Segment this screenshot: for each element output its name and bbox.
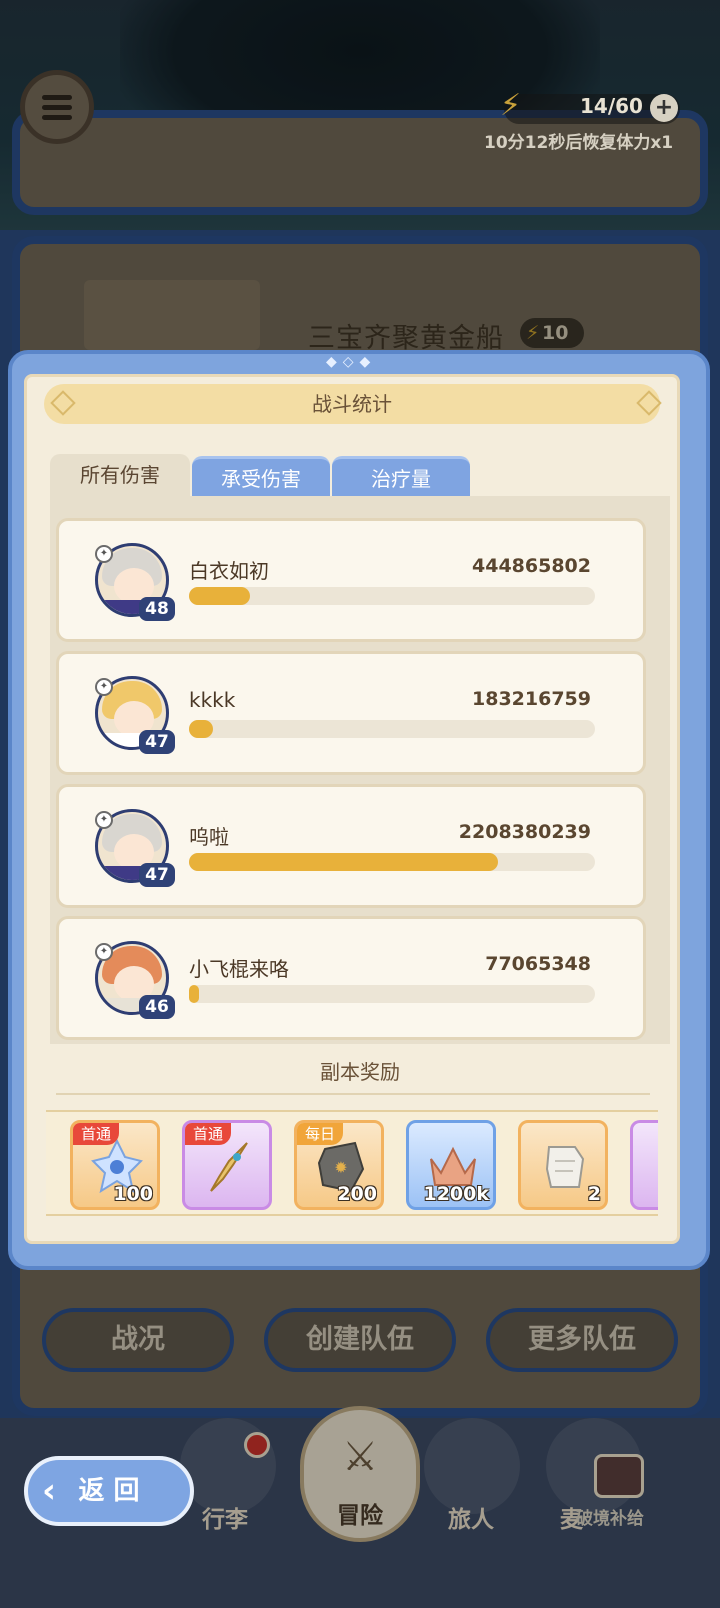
stamina-count: 14/60 [580, 94, 643, 118]
panel-ornament-icon: ◆◇◆ [326, 354, 377, 370]
reward-item[interactable] [630, 1120, 658, 1210]
reward-quantity: 2 [587, 1183, 601, 1205]
reward-list: 首通 100 首通 ✹ 每日 200 1200k 2 [46, 1110, 658, 1216]
nav-item-luggage[interactable]: 行李 [202, 1500, 248, 1534]
class-icon: ✦ [95, 678, 113, 696]
reward-quantity: 1200k [423, 1183, 489, 1205]
first-clear-tag: 首通 [73, 1123, 120, 1145]
damage-bar-fill [189, 853, 498, 871]
player-name: 小飞棍来咯 [189, 957, 289, 981]
damage-bar [189, 853, 595, 871]
level-badge: 47 [139, 730, 175, 754]
background-stage-card [12, 110, 708, 215]
first-clear-tag: 首通 [185, 1123, 232, 1145]
shop-label[interactable]: 破境补给 [576, 1504, 644, 1529]
daily-tag: 每日 [297, 1123, 344, 1145]
damage-bar-fill [189, 985, 200, 1003]
player-name: 白衣如初 [189, 559, 269, 583]
damage-row: ✦ 48 白衣如初 444865802 [56, 518, 646, 642]
back-button[interactable]: ‹ 返 回 [24, 1456, 194, 1526]
bolt-icon: ⚡ [526, 322, 540, 344]
tab-healing[interactable]: 治疗量 [332, 456, 470, 496]
damage-row: ✦ 47 呜啦 2208380239 [56, 784, 646, 908]
tab-damage-taken[interactable]: 承受伤害 [192, 456, 330, 496]
crossed-swords-icon: ⚔ [342, 1434, 378, 1480]
level-badge: 48 [139, 597, 175, 621]
damage-bar-fill [189, 720, 214, 738]
reward-item[interactable]: ✹ 每日 200 [294, 1120, 384, 1210]
menu-button[interactable] [20, 70, 94, 144]
level-badge: 47 [139, 863, 175, 887]
lightning-icon: ⚡ [500, 88, 522, 123]
reward-quantity: 200 [337, 1183, 377, 1205]
reward-item[interactable]: 2 [518, 1120, 608, 1210]
shop-icon[interactable] [594, 1454, 644, 1498]
damage-bar [189, 720, 595, 738]
player-name: kkkk [189, 688, 236, 712]
nav-item-adventure-label: 冒险 [337, 1503, 383, 1529]
dagger-icon [210, 1142, 248, 1192]
panel-title: 战斗统计 [44, 384, 660, 424]
damage-value: 444865802 [472, 555, 591, 577]
damage-value: 2208380239 [458, 821, 591, 843]
reward-title: 副本奖励 [320, 1060, 400, 1084]
scroll-icon [545, 1146, 585, 1188]
damage-row: ✦ 46 小飞棍来咯 77065348 [56, 916, 646, 1040]
reward-item[interactable]: 首通 100 [70, 1120, 160, 1210]
svg-text:✹: ✹ [334, 1158, 347, 1177]
add-stamina-button[interactable]: + [650, 94, 678, 122]
stamina-recover-text: 10分12秒后恢复体力x1 [484, 133, 674, 153]
class-icon: ✦ [95, 811, 113, 829]
damage-bar-fill [189, 587, 250, 605]
back-button-label: 返 回 [78, 1476, 140, 1506]
nav-item-adventure[interactable]: ⚔ 冒险 [300, 1406, 420, 1542]
level-badge: 46 [139, 995, 175, 1019]
reward-item[interactable]: 首通 [182, 1120, 272, 1210]
damage-value: 183216759 [472, 688, 591, 710]
chevron-left-icon: ‹ [42, 1471, 57, 1511]
notification-dot [244, 1432, 270, 1458]
class-icon: ✦ [95, 943, 113, 961]
damage-bar [189, 587, 595, 605]
tab-all-damage[interactable]: 所有伤害 [50, 454, 190, 496]
stage-cost: 10 [542, 322, 569, 344]
damage-bar [189, 985, 595, 1003]
hamburger-icon [42, 94, 72, 120]
stage-cost-badge: ⚡ 10 [520, 318, 584, 348]
damage-value: 77065348 [485, 953, 591, 975]
create-team-button[interactable]: 创建队伍 [264, 1308, 456, 1372]
reward-item[interactable]: 1200k [406, 1120, 496, 1210]
player-name: 呜啦 [189, 825, 229, 849]
nav-item-traveler[interactable]: 旅人 [448, 1500, 494, 1534]
stage-portrait [84, 280, 260, 350]
class-icon: ✦ [95, 545, 113, 563]
more-teams-button[interactable]: 更多队伍 [486, 1308, 678, 1372]
damage-row: ✦ 47 kkkk 183216759 [56, 651, 646, 775]
battle-status-button[interactable]: 战况 [42, 1308, 234, 1372]
reward-quantity: 100 [113, 1183, 153, 1205]
divider [56, 1093, 650, 1095]
